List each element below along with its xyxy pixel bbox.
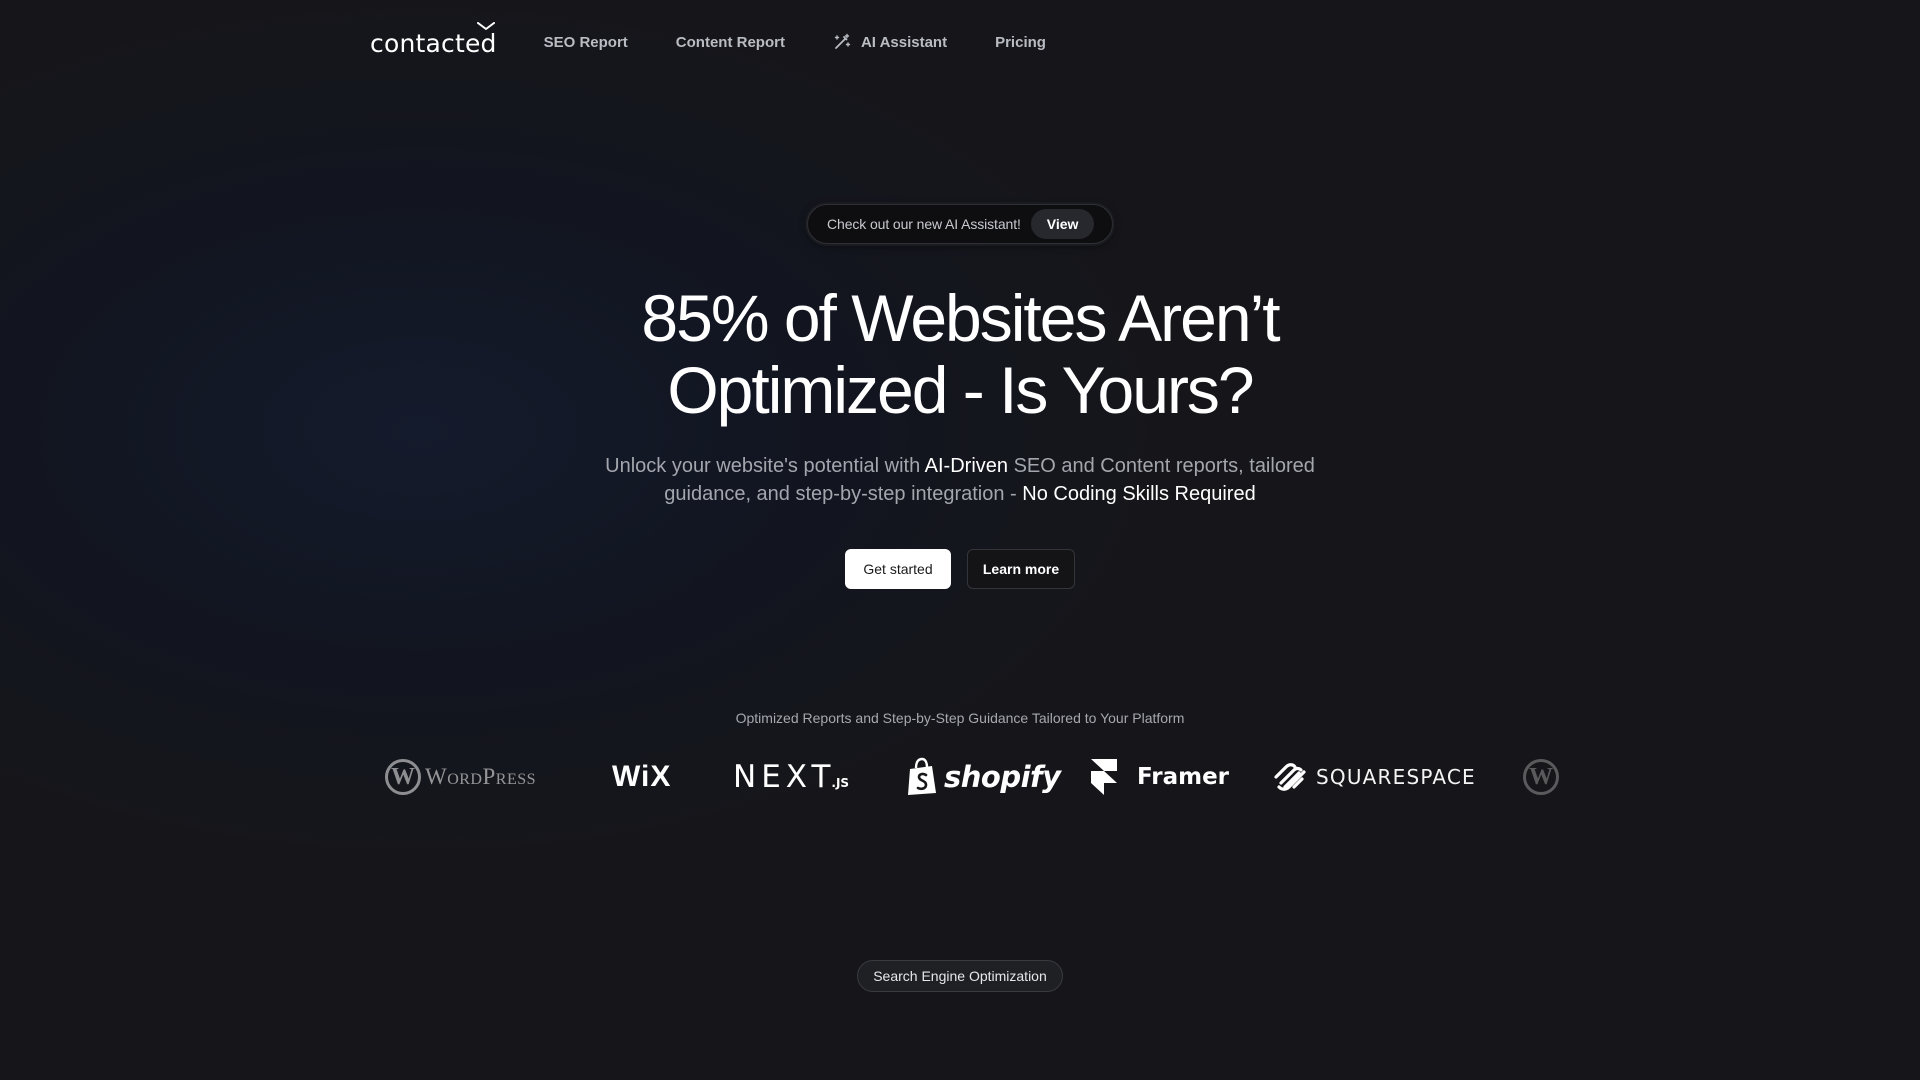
- section-badge-seo: Search Engine Optimization: [857, 960, 1063, 992]
- nextjs-logo: NEXT .JS: [733, 759, 850, 795]
- framer-wordmark: Framer: [1137, 764, 1230, 790]
- shopify-wordmark: shopify: [944, 760, 1061, 794]
- nav-link-content-report[interactable]: Content Report: [676, 34, 785, 51]
- squarespace-mark-icon: [1274, 763, 1306, 791]
- wordpress-wordmark: WordPress: [425, 764, 537, 789]
- platforms-caption: Optimized Reports and Step-by-Step Guida…: [735, 710, 1185, 726]
- brand-logo-text: contacted: [370, 28, 497, 58]
- platform-logo-strip: W WordPress WiX NEXT.JS shopify Framer: [380, 752, 1559, 802]
- brand-logo[interactable]: contacted: [370, 21, 497, 58]
- announcement-text: Check out our new AI Assistant!: [827, 216, 1021, 232]
- shopify-bag-icon: [908, 757, 936, 795]
- get-started-button[interactable]: Get started: [845, 549, 951, 589]
- wordpress-mark-icon: W: [1523, 759, 1559, 795]
- nav-link-ai-assistant[interactable]: AI Assistant: [833, 33, 947, 51]
- announcement-pill: Check out our new AI Assistant! View: [807, 204, 1113, 244]
- learn-more-button[interactable]: Learn more: [967, 549, 1075, 589]
- top-navigation: contacted SEO Report Content Report AI A…: [370, 20, 1094, 64]
- highlight-no-coding: No Coding Skills Required: [1022, 483, 1256, 505]
- framer-mark-icon: [1091, 759, 1117, 795]
- announcement-view-button[interactable]: View: [1030, 209, 1095, 239]
- squarespace-wordmark: SQUARESPACE: [1316, 765, 1476, 789]
- hero-subtitle: Unlock your website's potential with AI-…: [605, 455, 1315, 505]
- hero-title: 85% of Websites Aren’t Optimized - Is Yo…: [641, 281, 1280, 427]
- shopify-logo: shopify: [906, 752, 1061, 802]
- wix-logo: WiX: [612, 760, 672, 793]
- framer-logo: Framer: [1091, 752, 1229, 802]
- wordpress-logo-repeat: W: [1523, 752, 1563, 802]
- squarespace-logo: SQUARESPACE: [1272, 752, 1476, 802]
- landing-page: contacted SEO Report Content Report AI A…: [0, 0, 1920, 1080]
- wand-sparkle-icon: [834, 33, 851, 49]
- envelope-check-icon: [476, 21, 495, 30]
- wordpress-logo: W WordPress: [385, 752, 536, 802]
- wordpress-mark-icon: W: [385, 759, 421, 795]
- nav-link-seo-report[interactable]: SEO Report: [544, 34, 628, 51]
- highlight-ai-driven: AI-Driven: [924, 455, 1009, 477]
- nav-link-pricing[interactable]: Pricing: [995, 34, 1046, 51]
